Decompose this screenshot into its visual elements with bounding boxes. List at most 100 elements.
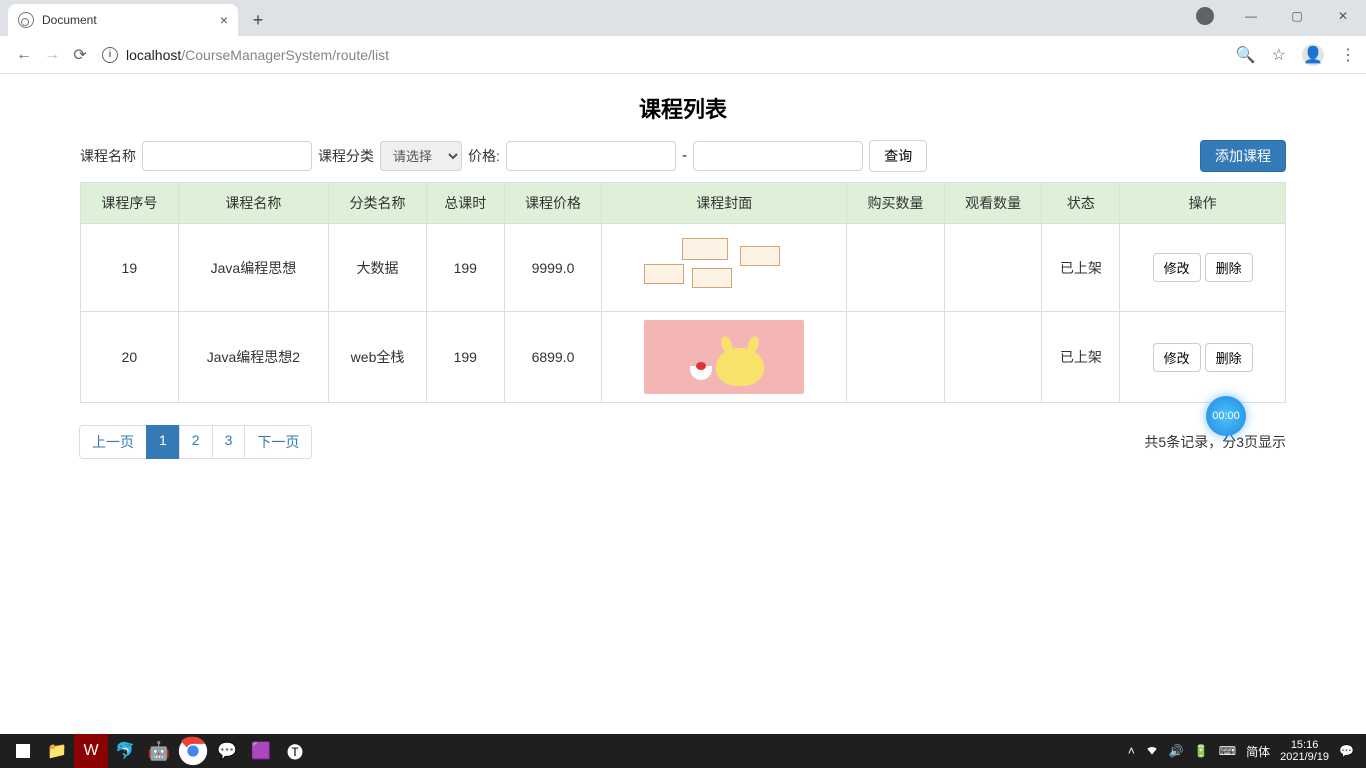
pagination-page[interactable]: 3 [212, 425, 246, 459]
recording-timer-badge: 00:00 [1206, 396, 1246, 436]
table-cell [602, 224, 847, 312]
table-cell: 大数据 [329, 224, 427, 312]
table-cell: web全栈 [329, 312, 427, 403]
ime-indicator[interactable]: 简体 [1246, 743, 1270, 760]
course-table: 课程序号课程名称分类名称总课时课程价格课程封面购买数量观看数量状态操作 19Ja… [80, 182, 1286, 403]
tab-title: Document [42, 13, 97, 27]
keyboard-icon[interactable]: ⌨ [1219, 744, 1236, 758]
course-cover-thumbnail [644, 320, 804, 394]
price-min-input[interactable] [506, 141, 676, 171]
page-title: 课程列表 [80, 92, 1286, 124]
app-icon-t[interactable]: 🅣 [278, 734, 312, 768]
clock[interactable]: 15:16 2021/9/19 [1280, 739, 1329, 763]
forward-button[interactable]: → [38, 41, 66, 69]
table-cell: 20 [81, 312, 179, 403]
table-cell: Java编程思想2 [178, 312, 329, 403]
close-window-button[interactable]: ✕ [1320, 0, 1366, 32]
browser-chrome: Document × + — ▢ ✕ ← → ⟳ i localhost/Cou… [0, 0, 1366, 74]
table-cell: 修改删除 [1120, 224, 1286, 312]
pagination-page[interactable]: 1 [146, 425, 180, 459]
close-tab-icon[interactable]: × [220, 12, 228, 28]
wifi-icon[interactable] [1145, 743, 1159, 760]
bookmark-star-icon[interactable]: ☆ [1272, 45, 1286, 65]
start-button[interactable] [6, 734, 40, 768]
app-icon-dolphin[interactable]: 🐬 [108, 734, 142, 768]
table-row: 19Java编程思想大数据1999999.0已上架修改删除 [81, 224, 1286, 312]
site-info-icon[interactable]: i [102, 47, 118, 63]
table-cell: 19 [81, 224, 179, 312]
table-cell: 6899.0 [504, 312, 602, 403]
profile-avatar-icon[interactable]: 👤 [1302, 44, 1324, 66]
back-button[interactable]: ← [10, 41, 38, 69]
table-header: 分类名称 [329, 183, 427, 224]
table-header: 操作 [1120, 183, 1286, 224]
delete-button[interactable]: 删除 [1205, 253, 1253, 282]
zoom-icon[interactable]: 🔍 [1236, 45, 1256, 65]
course-cover-thumbnail [644, 238, 804, 298]
table-cell [944, 312, 1042, 403]
address-bar: ← → ⟳ i localhost/CourseManagerSystem/ro… [0, 36, 1366, 74]
tray-chevron-icon[interactable]: ˄ [1128, 744, 1135, 758]
clock-date: 2021/9/19 [1280, 751, 1329, 763]
toolbar-icons: 🔍 ☆ 👤 ⋮ [1236, 44, 1356, 66]
table-header: 课程封面 [602, 183, 847, 224]
maximize-button[interactable]: ▢ [1274, 0, 1320, 32]
table-row: 20Java编程思想2web全栈1996899.0已上架修改删除 [81, 312, 1286, 403]
table-header: 课程序号 [81, 183, 179, 224]
table-cell: 已上架 [1042, 224, 1120, 312]
table-cell: 9999.0 [504, 224, 602, 312]
table-cell: 已上架 [1042, 312, 1120, 403]
table-cell: Java编程思想 [178, 224, 329, 312]
table-header: 课程名称 [178, 183, 329, 224]
price-max-input[interactable] [693, 141, 863, 171]
table-footer: 上一页123下一页 共5条记录，分3页显示 [80, 425, 1286, 459]
table-cell [847, 312, 945, 403]
pagination: 上一页123下一页 [80, 425, 312, 459]
table-cell: 199 [426, 312, 504, 403]
window-controls: — ▢ ✕ [1182, 0, 1366, 32]
edit-button[interactable]: 修改 [1153, 253, 1201, 282]
wechat-icon[interactable]: 💬 [210, 734, 244, 768]
browser-tab[interactable]: Document × [8, 4, 238, 36]
table-cell: 修改删除 [1120, 312, 1286, 403]
volume-icon[interactable]: 🔊 [1169, 744, 1184, 758]
app-icon-face[interactable]: 🤖 [142, 734, 176, 768]
category-select[interactable]: 请选择 [380, 141, 462, 171]
records-summary: 共5条记录，分3页显示 [1144, 432, 1286, 452]
url-path: /CourseManagerSystem/route/list [181, 47, 389, 63]
price-label: 价格: [468, 146, 500, 166]
new-tab-button[interactable]: + [244, 6, 272, 34]
intellij-icon[interactable]: 🟪 [244, 734, 278, 768]
system-tray: ˄ 🔊 🔋 ⌨ 简体 15:16 2021/9/19 💬 [1128, 739, 1360, 763]
price-separator: - [682, 147, 687, 165]
incognito-icon[interactable] [1182, 0, 1228, 32]
table-header: 课程价格 [504, 183, 602, 224]
category-label: 课程分类 [318, 146, 374, 166]
chrome-icon[interactable] [176, 734, 210, 768]
url-field[interactable]: i localhost/CourseManagerSystem/route/li… [102, 47, 1228, 63]
pagination-page[interactable]: 2 [179, 425, 213, 459]
course-name-input[interactable] [142, 141, 312, 171]
globe-icon [18, 12, 34, 28]
table-header: 状态 [1042, 183, 1120, 224]
edit-button[interactable]: 修改 [1153, 343, 1201, 372]
filter-bar: 课程名称 课程分类 请选择 价格: - 查询 添加课程 [80, 140, 1286, 172]
pagination-next[interactable]: 下一页 [244, 425, 312, 459]
windows-taskbar: 📁 W 🐬 🤖 💬 🟪 🅣 ˄ 🔊 🔋 ⌨ 简体 15:16 2021/9/19… [0, 734, 1366, 768]
add-course-button[interactable]: 添加课程 [1200, 140, 1286, 172]
minimize-button[interactable]: — [1228, 0, 1274, 32]
app-icon-w[interactable]: W [74, 734, 108, 768]
pagination-prev[interactable]: 上一页 [79, 425, 147, 459]
table-cell [944, 224, 1042, 312]
kebab-menu-icon[interactable]: ⋮ [1340, 45, 1356, 65]
file-explorer-icon[interactable]: 📁 [40, 734, 74, 768]
url-host: localhost [126, 47, 181, 63]
notifications-icon[interactable]: 💬 [1339, 744, 1354, 758]
table-header: 观看数量 [944, 183, 1042, 224]
delete-button[interactable]: 删除 [1205, 343, 1253, 372]
table-header: 购买数量 [847, 183, 945, 224]
battery-icon[interactable]: 🔋 [1194, 744, 1209, 758]
table-cell [847, 224, 945, 312]
search-button[interactable]: 查询 [869, 140, 927, 172]
reload-button[interactable]: ⟳ [66, 41, 94, 69]
